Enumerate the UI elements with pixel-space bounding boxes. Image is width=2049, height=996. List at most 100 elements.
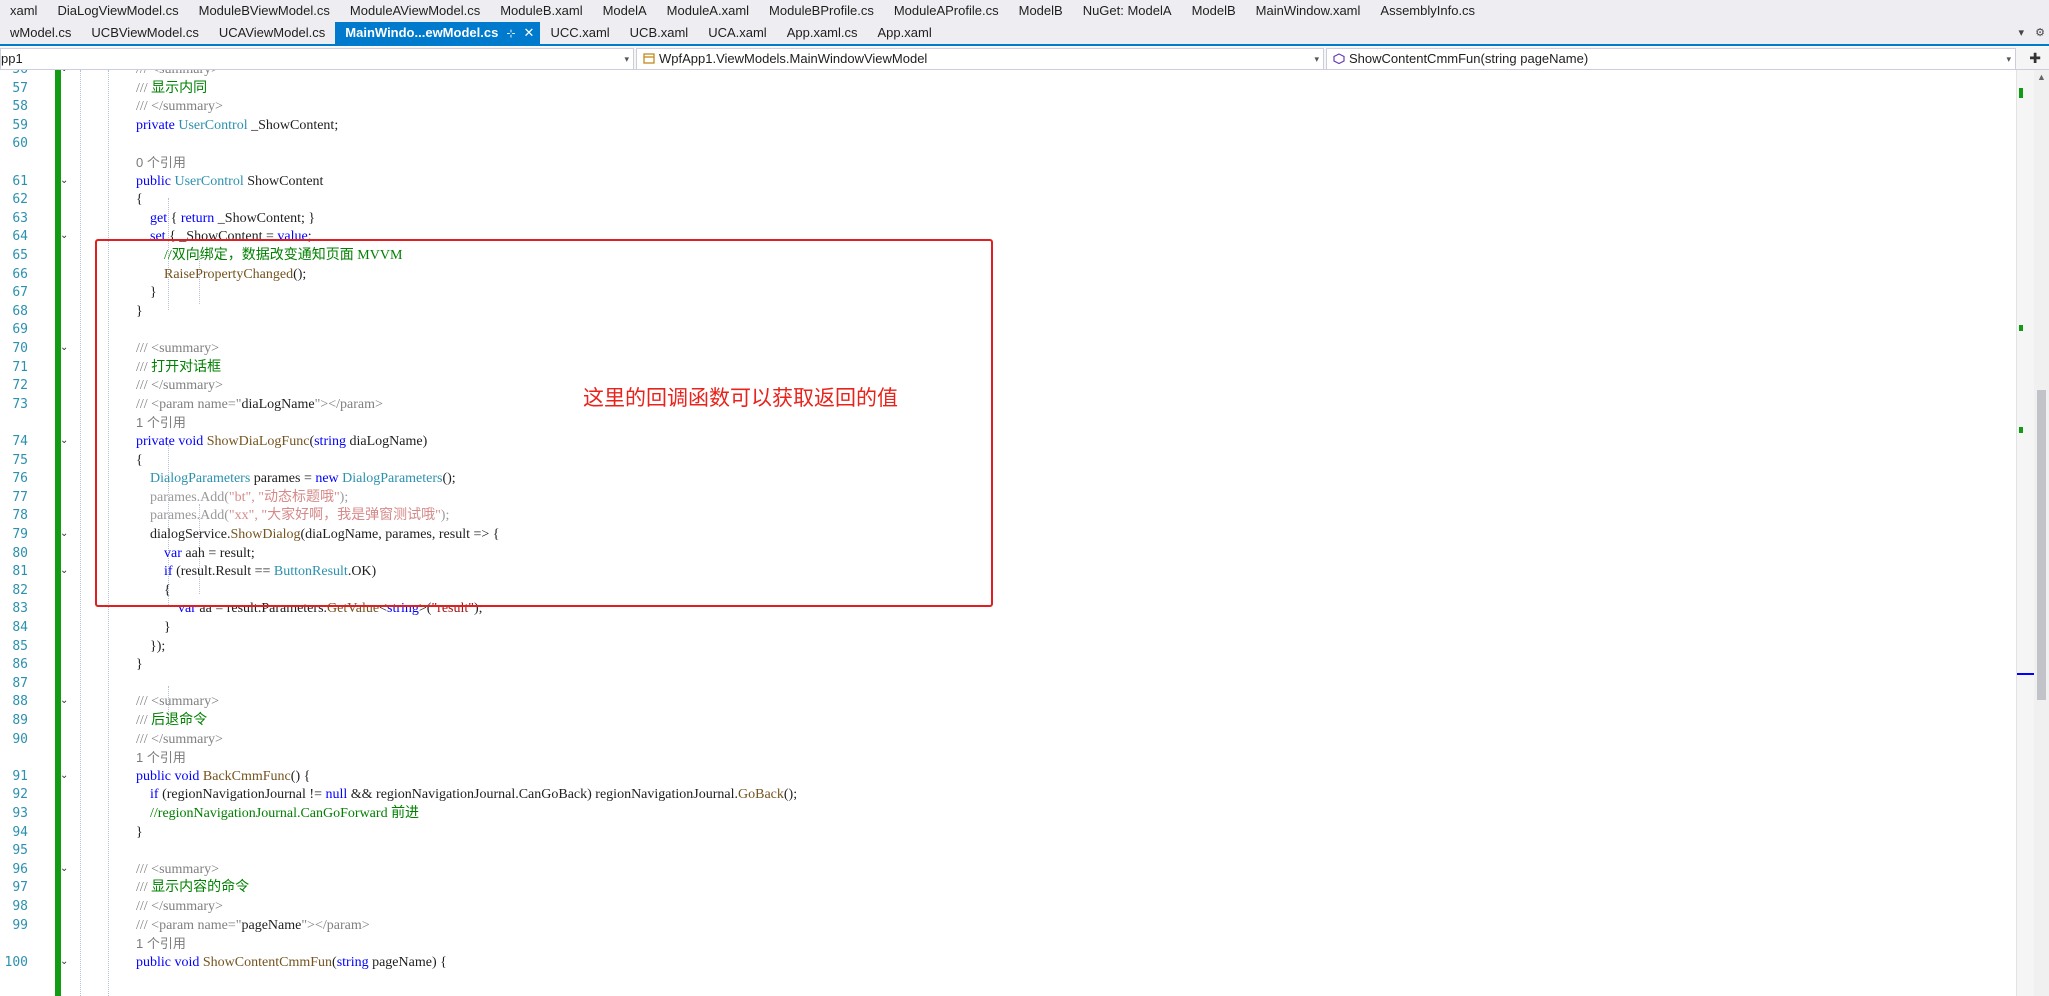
- collapse-chevron-icon[interactable]: ⌄: [60, 343, 68, 353]
- code-token: }: [136, 620, 171, 635]
- tab-r1-0[interactable]: xaml: [0, 0, 47, 22]
- tab-r2-5[interactable]: UCB.xaml: [620, 22, 699, 44]
- tab-r1-6[interactable]: ModuleA.xaml: [657, 0, 759, 22]
- collapse-chevron-icon[interactable]: ⌄: [60, 436, 68, 446]
- tab-r1-8[interactable]: ModuleAProfile.cs: [884, 0, 1009, 22]
- line-number: 87: [12, 675, 28, 691]
- tab-label: UCC.xaml: [550, 25, 610, 40]
- overview-margin[interactable]: [2016, 70, 2035, 996]
- line-number: 74: [12, 434, 28, 449]
- line-number: 69: [12, 322, 28, 338]
- tab-r1-9[interactable]: ModelB: [1009, 0, 1073, 22]
- tab-list-dropdown-icon[interactable]: ▾: [2019, 27, 2025, 39]
- code-line[interactable]: 84 }: [0, 618, 2020, 637]
- code-line[interactable]: 94}: [0, 823, 2020, 842]
- reference-count[interactable]: 1 个引用: [136, 748, 186, 767]
- tab-label: ModelB: [1191, 3, 1236, 18]
- split-window-icon[interactable]: ✚: [2029, 47, 2041, 69]
- class-dropdown[interactable]: WpfApp1.ViewModels.MainWindowViewModel ▾: [636, 48, 1324, 70]
- code-line[interactable]: 88 ⌄ /// <summary>: [0, 692, 2020, 711]
- code-line[interactable]: 85 });: [0, 637, 2020, 656]
- close-icon[interactable]: ✕: [524, 25, 535, 40]
- tab-label: NuGet: ModelA: [1082, 3, 1172, 18]
- tab-r1-12[interactable]: MainWindow.xaml: [1246, 0, 1371, 22]
- code-line[interactable]: 96 ⌄ /// <summary>: [0, 860, 2020, 879]
- code-token: /// <param name=": [136, 917, 242, 933]
- tab-r1-10[interactable]: NuGet: ModelA: [1073, 0, 1182, 22]
- collapse-chevron-icon[interactable]: ⌄: [60, 863, 68, 873]
- code-token: UserControl: [174, 173, 244, 189]
- tab-r2-8[interactable]: App.xaml: [868, 22, 942, 44]
- codelens-reference[interactable]: 1 个引用: [0, 934, 2020, 953]
- tab-r1-7[interactable]: ModuleBProfile.cs: [759, 0, 884, 22]
- line-number: 62: [12, 192, 28, 208]
- tab-r1-3[interactable]: ModuleAViewModel.cs: [340, 0, 490, 22]
- line-number: 93: [12, 806, 28, 821]
- code-line[interactable]: 98 /// </summary>: [0, 897, 2020, 916]
- tab-r1-5[interactable]: ModelA: [593, 0, 657, 22]
- tab-r1-4[interactable]: ModuleB.xaml: [490, 0, 592, 22]
- code-line[interactable]: 93 //regionNavigationJournal.CanGoForwar…: [0, 804, 2020, 823]
- line-number: 98: [12, 899, 28, 914]
- tab-r2-1[interactable]: UCBViewModel.cs: [81, 22, 208, 44]
- codelens-reference[interactable]: 1 个引用: [0, 748, 2020, 767]
- reference-count[interactable]: 0 个引用: [136, 153, 186, 172]
- line-number: 72: [12, 378, 28, 394]
- line-number: 64: [12, 229, 28, 245]
- settings-gear-icon[interactable]: ⚙: [2035, 27, 2045, 39]
- code-text: {: [136, 190, 143, 209]
- collapse-chevron-icon[interactable]: ⌄: [60, 175, 68, 185]
- code-line[interactable]: 95: [0, 841, 2020, 860]
- code-line[interactable]: 63 get { return _ShowContent; }: [0, 209, 2020, 228]
- collapse-chevron-icon[interactable]: ⌄: [60, 956, 68, 966]
- code-line[interactable]: 61 ⌄ public UserControl ShowContent: [0, 172, 2020, 191]
- code-line[interactable]: 99 /// <param name="pageName"></param>: [0, 916, 2020, 935]
- code-line[interactable]: 97 /// 显示内容的命令: [0, 878, 2020, 897]
- code-line[interactable]: 89 /// 后退命令: [0, 711, 2020, 730]
- code-line[interactable]: 90 /// </summary>: [0, 730, 2020, 749]
- code-line[interactable]: 59 private UserControl _ShowContent;: [0, 116, 2020, 135]
- collapse-chevron-icon[interactable]: ⌄: [60, 696, 68, 706]
- tab-r2-6[interactable]: UCA.xaml: [698, 22, 777, 44]
- tab-r1-13[interactable]: AssemblyInfo.cs: [1370, 0, 1485, 22]
- code-token: && regionNavigationJournal.CanGoBack) re…: [347, 787, 738, 803]
- line-number: 80: [12, 545, 28, 561]
- project-dropdown[interactable]: pp1 ▾: [0, 48, 634, 70]
- scrollbar-thumb[interactable]: [2037, 390, 2046, 700]
- code-line[interactable]: 62 {: [0, 190, 2020, 209]
- code-line[interactable]: 60: [0, 134, 2020, 153]
- tab-label: App.xaml.cs: [786, 25, 858, 40]
- code-line[interactable]: 87: [0, 674, 2020, 693]
- member-dropdown[interactable]: ShowContentCmmFun(string pageName) ▾: [1326, 48, 2016, 70]
- tab-label: MainWindo...ewModel.cs: [345, 25, 499, 40]
- code-line[interactable]: 57 /// 显示内同: [0, 79, 2020, 98]
- line-number: 86: [12, 657, 28, 673]
- tab-r1-1[interactable]: DiaLogViewModel.cs: [47, 0, 188, 22]
- vertical-scrollbar[interactable]: ▲: [2034, 70, 2049, 996]
- tab-r2-7[interactable]: App.xaml.cs: [777, 22, 868, 44]
- tab-r2-2[interactable]: UCAViewModel.cs: [209, 22, 335, 44]
- collapse-chevron-icon[interactable]: ⌄: [60, 529, 68, 539]
- tab-r1-2[interactable]: ModuleBViewModel.cs: [189, 0, 340, 22]
- line-number: 63: [12, 210, 28, 226]
- reference-count[interactable]: 1 个引用: [136, 934, 186, 953]
- collapse-chevron-icon[interactable]: ⌄: [60, 231, 68, 241]
- code-line[interactable]: 86}: [0, 655, 2020, 674]
- code-text: /// </summary>: [136, 730, 223, 749]
- code-line[interactable]: 91 ⌄ public void BackCmmFunc() {: [0, 767, 2020, 786]
- collapse-chevron-icon[interactable]: ⌄: [60, 566, 68, 576]
- pin-icon[interactable]: ⊹: [506, 28, 515, 40]
- code-token: null: [325, 787, 348, 803]
- code-line[interactable]: 58 /// </summary>: [0, 97, 2020, 116]
- codelens-reference[interactable]: 0 个引用: [0, 153, 2020, 172]
- tab-r2-0[interactable]: wModel.cs: [0, 22, 81, 44]
- tab-r1-11[interactable]: ModelB: [1182, 0, 1246, 22]
- tab-r2-4[interactable]: UCC.xaml: [540, 22, 619, 44]
- navigation-bar: pp1 ▾ WpfApp1.ViewModels.MainWindowViewM…: [0, 47, 2049, 70]
- code-line[interactable]: 100 ⌄ public void ShowContentCmmFun(string…: [0, 953, 2020, 972]
- code-line[interactable]: 92 if (regionNavigationJournal != null &…: [0, 785, 2020, 804]
- collapse-chevron-icon[interactable]: ⌄: [60, 70, 68, 74]
- tab-r2-3[interactable]: MainWindo...ewModel.cs ⊹ ✕: [335, 22, 541, 44]
- collapse-chevron-icon[interactable]: ⌄: [60, 770, 68, 780]
- scroll-up-icon[interactable]: ▲: [2037, 72, 2046, 82]
